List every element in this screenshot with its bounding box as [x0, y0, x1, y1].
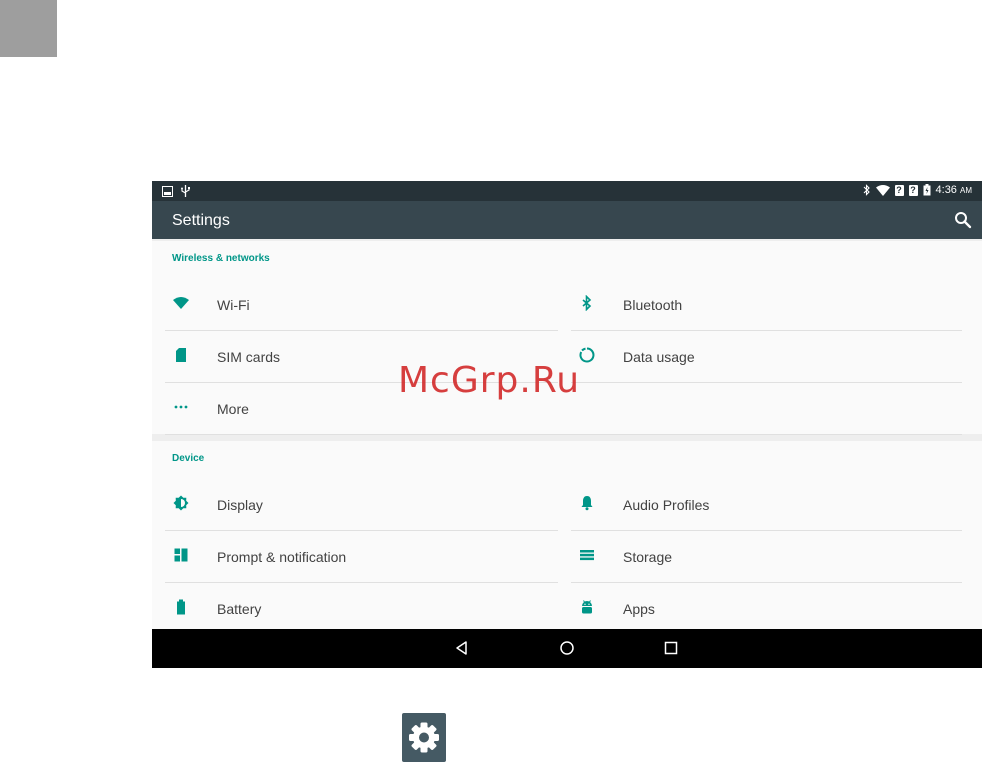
android-icon [582, 600, 592, 614]
settings-item-label: Bluetooth [623, 297, 683, 313]
settings-item-label: More [217, 401, 249, 417]
settings-item-display[interactable]: Display [165, 478, 558, 531]
settings-item-data-usage[interactable]: Data usage [571, 330, 962, 383]
settings-item-bluetooth[interactable]: Bluetooth [571, 278, 962, 331]
page-title: Settings [172, 212, 230, 229]
gear-icon [409, 722, 439, 753]
usb-icon [181, 185, 190, 197]
wifi-icon [173, 297, 189, 309]
notification-icon [174, 548, 188, 562]
sim2-signal-icon: ? [908, 184, 918, 196]
data-usage-icon [579, 347, 595, 363]
device-section: Device Display Audio Profiles Prompt & n… [152, 441, 982, 629]
bluetooth-status-icon [863, 184, 870, 196]
more-icon [174, 405, 188, 409]
settings-item-label: Wi-Fi [217, 297, 250, 313]
settings-item-audio-profiles[interactable]: Audio Profiles [571, 478, 962, 531]
section-header: Wireless & networks [172, 253, 270, 264]
settings-item-prompt-notification[interactable]: Prompt & notification [165, 530, 558, 583]
wireless-networks-section: Wireless & networks Wi-Fi Bluetooth SIM … [152, 241, 982, 435]
tablet-screen: ? ? 4:36 AM Settings Wireless & networks… [152, 181, 982, 668]
battery-icon [177, 599, 185, 615]
display-icon [173, 495, 189, 511]
settings-app-icon-tile [402, 713, 446, 762]
settings-item-label: Battery [217, 601, 262, 617]
settings-item-label: Prompt & notification [217, 549, 347, 565]
back-icon[interactable] [454, 640, 470, 656]
search-icon[interactable] [954, 211, 972, 229]
bluetooth-icon [582, 295, 592, 311]
image-notification-icon [162, 185, 173, 197]
watermark: McGrp.Ru [398, 360, 581, 401]
section-header: Device [172, 453, 205, 464]
settings-item-apps[interactable]: Apps [571, 582, 962, 634]
settings-item-battery[interactable]: Battery [165, 582, 558, 634]
settings-item-label: SIM cards [217, 349, 281, 365]
settings-item-label: Audio Profiles [623, 497, 710, 513]
battery-status-icon [923, 184, 931, 196]
recent-apps-icon[interactable] [663, 640, 679, 656]
home-icon[interactable] [559, 640, 575, 656]
sim1-signal-icon: ? [894, 184, 904, 196]
status-bar: ? ? 4:36 AM [152, 181, 982, 201]
status-time: 4:36 AM [935, 184, 972, 196]
action-bar: Settings [152, 201, 982, 239]
bell-icon [581, 496, 593, 511]
settings-item-wifi[interactable]: Wi-Fi [165, 278, 558, 331]
settings-item-label: Data usage [623, 349, 695, 365]
settings-item-label: Display [217, 497, 263, 513]
settings-item-label: Apps [623, 601, 655, 617]
wifi-status-icon [875, 184, 890, 196]
settings-item-storage[interactable]: Storage [571, 530, 962, 583]
page-corner-block [0, 0, 57, 57]
storage-icon [580, 550, 594, 561]
settings-item-label: Storage [623, 549, 673, 565]
sim-card-icon [176, 348, 186, 362]
navigation-bar [152, 629, 982, 668]
